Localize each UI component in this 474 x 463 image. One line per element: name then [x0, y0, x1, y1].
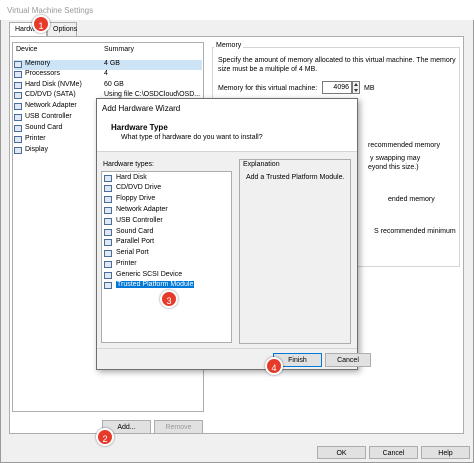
hardware-type-label: USB Controller	[116, 217, 163, 224]
cd-dvd-icon	[104, 185, 112, 192]
step-badge-3: 3	[160, 290, 178, 308]
hardware-type-label: Printer	[116, 260, 137, 267]
device-name: Sound Card	[25, 124, 63, 131]
hardware-type-item[interactable]: Parallel Port	[104, 238, 230, 248]
hardware-type-item[interactable]: Generic SCSI Device	[104, 271, 230, 281]
display-icon	[14, 147, 22, 154]
memory-description-line2: size must be a multiple of 4 MB.	[218, 66, 318, 73]
device-name: Printer	[25, 135, 46, 142]
device-summary: 60 GB	[104, 81, 124, 88]
device-summary: 4 GB	[104, 60, 120, 67]
wizard-subheading: What type of hardware do you want to ins…	[121, 134, 263, 141]
hardware-type-item[interactable]: Sound Card	[104, 228, 230, 238]
memory-spinner[interactable]	[352, 81, 360, 94]
device-column-header: Device	[16, 46, 38, 53]
device-summary: 4	[104, 70, 108, 77]
memory-group-title: Memory	[214, 42, 244, 49]
memory-unit-label: MB	[364, 85, 375, 92]
usb-controller-icon	[104, 218, 112, 225]
hardware-type-item[interactable]: Serial Port	[104, 249, 230, 259]
sound-card-icon	[104, 229, 112, 236]
cancel-button[interactable]: Cancel	[369, 446, 418, 459]
step-badge-1: 1	[32, 15, 50, 33]
memory-field-label: Memory for this virtual machine:	[218, 85, 318, 92]
device-name: Hard Disk (NVMe)	[25, 81, 82, 88]
printer-icon	[14, 136, 22, 143]
cd-dvd-icon	[14, 92, 22, 99]
parallel-port-icon	[104, 239, 112, 246]
remove-device-button[interactable]: Remove	[154, 420, 203, 434]
device-row-processors[interactable]: Processors 4	[14, 70, 202, 80]
hardware-type-item[interactable]: USB Controller	[104, 217, 230, 227]
hardware-type-item[interactable]: CD/DVD Drive	[104, 184, 230, 194]
network-adapter-icon	[104, 207, 112, 214]
hard-disk-icon	[104, 175, 112, 182]
network-adapter-icon	[14, 103, 22, 110]
device-name: Display	[25, 146, 48, 153]
floppy-icon	[104, 196, 112, 203]
serial-port-icon	[104, 250, 112, 257]
device-name: Network Adapter	[25, 102, 77, 109]
scsi-device-icon	[104, 272, 112, 279]
device-name: CD/DVD (SATA)	[25, 91, 76, 98]
memory-text-fragment: S recommended minimum	[374, 228, 456, 235]
device-name: Memory	[25, 60, 51, 67]
summary-column-header: Summary	[104, 46, 134, 53]
hardware-type-label: Hard Disk	[116, 174, 147, 181]
hardware-types-label: Hardware types:	[103, 161, 154, 168]
device-name: USB Controller	[25, 113, 72, 120]
usb-controller-icon	[14, 114, 22, 121]
printer-icon	[104, 261, 112, 268]
hardware-type-label: Sound Card	[116, 228, 154, 235]
hardware-type-label: CD/DVD Drive	[116, 184, 162, 191]
hard-disk-icon	[14, 82, 22, 89]
step-badge-2: 2	[96, 428, 114, 446]
memory-size-input[interactable]	[322, 81, 352, 94]
wizard-title: Add Hardware Wizard	[97, 99, 357, 117]
hardware-type-label: Serial Port	[116, 249, 149, 256]
memory-text-fragment: ended memory	[388, 196, 435, 203]
device-row-hard-disk[interactable]: Hard Disk (NVMe) 60 GB	[14, 81, 202, 91]
processor-icon	[14, 71, 22, 78]
device-row-memory[interactable]: Memory 4 GB	[14, 60, 202, 70]
tab-options[interactable]: Options	[47, 22, 77, 36]
device-summary: Using file C:\OSDCloud\OSD...	[104, 91, 201, 98]
hardware-type-label: Generic SCSI Device	[116, 271, 183, 278]
hardware-type-label: Floppy Drive	[116, 195, 156, 202]
explanation-text: Add a Trusted Platform Module.	[246, 174, 345, 181]
wizard-heading: Hardware Type	[111, 123, 168, 132]
device-name: Processors	[25, 70, 61, 77]
memory-description-line1: Specify the amount of memory allocated t…	[218, 57, 456, 64]
spin-up-icon	[354, 83, 358, 86]
hardware-type-label: Trusted Platform Module	[116, 281, 195, 288]
hardware-type-label: Parallel Port	[116, 238, 155, 245]
ok-button[interactable]: OK	[317, 446, 366, 459]
window-title: Virtual Machine Settings	[0, 0, 474, 20]
wizard-cancel-button[interactable]: Cancel	[325, 353, 371, 367]
explanation-group	[239, 159, 351, 344]
help-button[interactable]: Help	[421, 446, 470, 459]
spin-down-icon	[354, 89, 358, 92]
memory-text-fragment: recommended memory	[368, 142, 440, 149]
hardware-type-label: Network Adapter	[116, 206, 168, 213]
hardware-type-item[interactable]: Printer	[104, 260, 230, 270]
memory-text-fragment: eyond this size.)	[368, 164, 419, 171]
hardware-type-item[interactable]: Hard Disk	[104, 174, 230, 184]
step-badge-4: 4	[265, 357, 283, 375]
explanation-label: Explanation	[243, 161, 280, 168]
sound-card-icon	[14, 125, 22, 132]
hardware-type-item[interactable]: Floppy Drive	[104, 195, 230, 205]
memory-text-fragment: y swapping may	[370, 155, 421, 162]
hardware-type-item[interactable]: Network Adapter	[104, 206, 230, 216]
tpm-icon	[104, 282, 112, 289]
memory-icon	[14, 61, 22, 68]
wizard-divider	[97, 348, 357, 349]
